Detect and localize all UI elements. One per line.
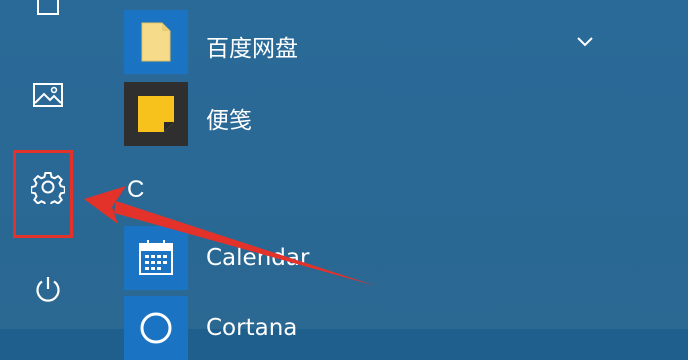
app-tile xyxy=(124,10,188,74)
chevron-down-icon[interactable] xyxy=(574,30,596,52)
power-button[interactable] xyxy=(27,268,69,310)
gear-icon xyxy=(31,172,65,204)
start-menu: 百度网盘 便笺 C Calendar Cortana xyxy=(0,0,688,360)
document-icon xyxy=(37,0,59,15)
app-item-baidu-netdisk[interactable]: 百度网盘 xyxy=(124,10,604,74)
calendar-icon xyxy=(139,240,173,275)
section-letter-header[interactable]: C xyxy=(127,176,144,204)
sticky-notes-icon xyxy=(138,96,174,132)
power-icon xyxy=(36,277,60,302)
app-label: Calendar xyxy=(206,245,310,271)
app-tile xyxy=(124,296,188,360)
app-label: 便笺 xyxy=(206,108,252,134)
app-tile xyxy=(124,82,188,146)
app-item-sticky-notes[interactable]: 便笺 xyxy=(124,82,604,146)
documents-button[interactable] xyxy=(27,0,69,24)
app-tile xyxy=(124,226,188,290)
pictures-icon xyxy=(33,83,63,107)
pictures-button[interactable] xyxy=(27,74,69,116)
folder-icon xyxy=(141,22,171,62)
cortana-icon xyxy=(140,312,172,344)
app-item-cortana[interactable]: Cortana xyxy=(124,296,604,360)
app-item-calendar[interactable]: Calendar xyxy=(124,226,604,290)
app-label: 百度网盘 xyxy=(206,36,298,62)
settings-button[interactable] xyxy=(27,166,69,208)
app-label: Cortana xyxy=(206,315,298,341)
